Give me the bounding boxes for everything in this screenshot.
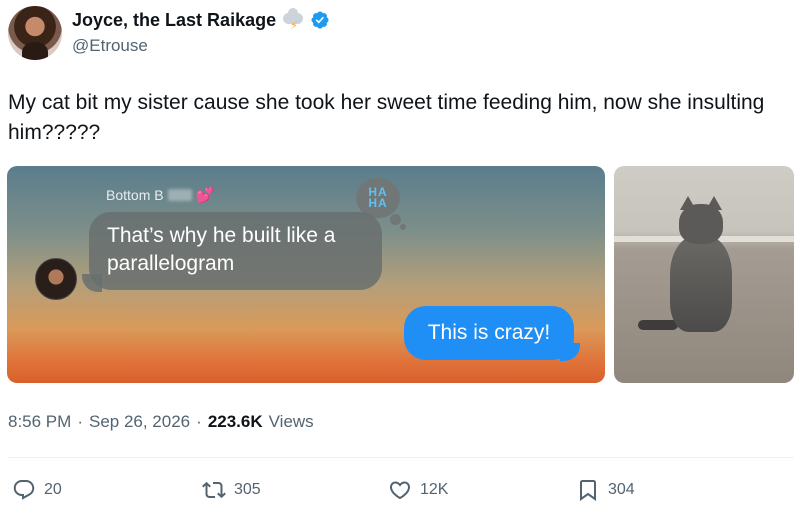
cloud-lightning-icon: ⚡ xyxy=(282,8,304,32)
tweet-date[interactable]: Sep 26, 2026 xyxy=(89,412,190,432)
received-message-text: That’s why he built like a parallelogram xyxy=(107,224,336,275)
reply-count: 20 xyxy=(44,481,62,498)
views-count: 223.6K xyxy=(207,412,263,431)
tweet-time[interactable]: 8:56 PM xyxy=(8,412,71,432)
bookmark-icon xyxy=(580,480,596,501)
received-message-bubble: That’s why he built like a parallelogram xyxy=(82,212,382,292)
sent-message-bubble: This is crazy! xyxy=(404,306,580,361)
reply-button[interactable]: 20 xyxy=(12,478,62,502)
heart-icon xyxy=(389,481,411,500)
tweet-image-chat-screenshot[interactable]: Bottom B 💕 HA HA That’s why he built like… xyxy=(7,166,605,383)
tweet-meta: 8:56 PM · Sep 26, 2026 · 223.6K Views xyxy=(8,412,314,432)
verified-badge-icon xyxy=(311,11,329,29)
author-avatar[interactable] xyxy=(8,6,62,60)
meta-separator: · xyxy=(196,412,202,431)
tweet-image-cat-photo[interactable] xyxy=(614,166,794,383)
views-label: Views xyxy=(268,412,314,431)
reaction-tail-dot-small xyxy=(400,224,406,230)
bookmark-button[interactable]: 304 xyxy=(576,478,635,502)
bookmark-count: 304 xyxy=(608,481,635,498)
like-button[interactable]: 12K xyxy=(388,478,448,502)
sent-message-text: This is crazy! xyxy=(427,321,551,344)
reaction-tail-dot xyxy=(390,214,401,225)
divider xyxy=(8,457,794,458)
retweet-count: 305 xyxy=(234,481,261,498)
chat-sender-label: Bottom B 💕 xyxy=(106,186,214,204)
author-name-row: Joyce, the Last Raikage ⚡ xyxy=(72,8,330,32)
author-display-name[interactable]: Joyce, the Last Raikage xyxy=(72,10,276,31)
redacted-text xyxy=(167,189,192,201)
chat-sender-name: Bottom B xyxy=(106,187,164,203)
retweet-button[interactable]: 305 xyxy=(202,478,261,502)
reply-icon xyxy=(13,480,35,500)
like-count: 12K xyxy=(420,481,449,498)
retweet-icon xyxy=(202,481,226,499)
chat-contact-avatar xyxy=(35,258,77,300)
meta-separator: · xyxy=(77,412,83,431)
cat-figure xyxy=(638,196,734,340)
author-handle[interactable]: @Etrouse xyxy=(72,36,148,56)
tweet-text: My cat bit my sister cause she took her … xyxy=(8,91,765,144)
tweet-actions: 20 305 12K 304 xyxy=(0,478,800,508)
heart-emoji-icon: 💕 xyxy=(195,187,215,204)
